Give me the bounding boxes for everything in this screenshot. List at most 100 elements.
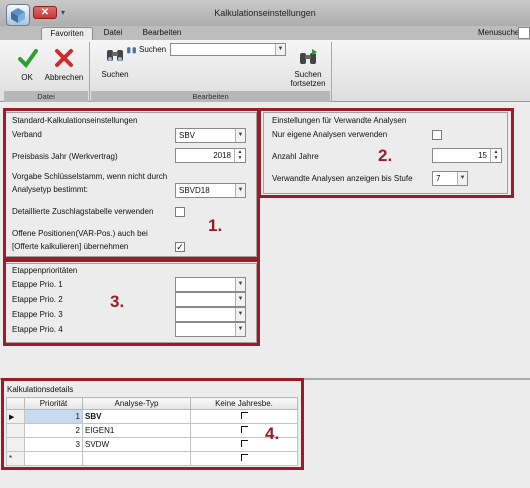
row-indicator: * xyxy=(6,451,25,466)
binoculars-icon xyxy=(107,50,123,61)
prio-cell[interactable]: 2 xyxy=(24,423,83,438)
vorgabe-label-line1: Vorgabe Schlüsselstamm, wenn nicht durch xyxy=(12,172,168,181)
schluesselstamm-select[interactable]: SBVD18 ▼ xyxy=(175,183,246,198)
keine-jahresbe-checkbox[interactable] xyxy=(240,426,248,433)
vorgabe-label-line2: Analysetyp bestimmt: xyxy=(12,185,89,194)
checkmark-icon xyxy=(18,49,38,68)
keine-jahresbe-cell[interactable] xyxy=(190,423,298,438)
group-datei-label: Datei xyxy=(4,91,88,102)
keine-jahresbe-checkbox[interactable] xyxy=(240,440,248,447)
chevron-down-icon[interactable]: ▼ xyxy=(235,293,245,306)
offene-pos-label-line2: [Offerte kalkulieren] übernehmen xyxy=(12,242,129,251)
search-input[interactable]: ▼ xyxy=(170,43,286,56)
detail-zuschlag-label: Detaillierte Zuschlagstabelle verwenden xyxy=(12,207,154,216)
etappe-prio-3-label: Etappe Prio. 3 xyxy=(12,310,63,319)
own-analyses-checkbox[interactable] xyxy=(432,130,442,140)
ribbon-separator xyxy=(331,42,332,102)
own-analyses-label: Nur eigene Analysen verwenden xyxy=(272,130,388,139)
search-small-button[interactable]: Suchen xyxy=(126,44,166,56)
keine-jahresbe-cell[interactable] xyxy=(190,451,298,466)
chevron-down-icon[interactable]: ▼ xyxy=(235,323,245,336)
annotation-marker-4: 4. xyxy=(265,424,280,443)
chevron-down-icon[interactable]: ▼ xyxy=(235,129,245,142)
analyse-typ-cell[interactable] xyxy=(82,451,191,466)
column-header-analyse-typ[interactable]: Analyse-Typ xyxy=(82,397,191,410)
table-row[interactable]: 3 SVDW xyxy=(6,437,298,452)
details-title: Kalkulationsdetails xyxy=(7,385,74,394)
details-grid: Priorität Analyse-Typ Keine Jahresbe. ▶ … xyxy=(6,397,298,466)
stufe-label: Verwandte Analysen anzeigen bis Stufe xyxy=(272,174,413,183)
row-indicator: ▶ xyxy=(6,409,25,424)
menusuche-input[interactable] xyxy=(518,27,530,39)
chevron-down-icon[interactable]: ▼ xyxy=(235,184,245,197)
analyse-typ-cell[interactable]: SBV xyxy=(82,409,191,424)
cross-icon xyxy=(55,49,73,67)
tab-datei[interactable]: Datei xyxy=(97,27,129,40)
window-title: Kalkulationseinstellungen xyxy=(214,8,316,18)
preisbasis-label: Preisbasis Jahr (Werkvertrag) xyxy=(12,152,118,161)
cancel-label: Abbrechen xyxy=(44,73,84,82)
etappen-title: Etappenprioritäten xyxy=(12,266,78,275)
etappe-prio-1-select[interactable]: ▼ xyxy=(175,277,246,292)
stufe-select[interactable]: 7 ▼ xyxy=(432,171,468,186)
annotation-marker-1: 1. xyxy=(208,216,223,235)
etappe-prio-4-select[interactable]: ▼ xyxy=(175,322,246,337)
search-label: Suchen xyxy=(101,70,129,79)
etappe-prio-4-label: Etappe Prio. 4 xyxy=(12,325,63,334)
anzahl-jahre-stepper[interactable]: 15 ▲ ▼ xyxy=(432,148,502,163)
etappe-prio-3-select[interactable]: ▼ xyxy=(175,307,246,322)
offene-pos-checkbox[interactable]: ✓ xyxy=(175,242,185,252)
prio-cell[interactable] xyxy=(24,451,83,466)
preisbasis-value: 2018 xyxy=(213,151,231,160)
annotation-marker-3: 3. xyxy=(110,292,125,311)
offene-pos-label-line1: Offene Positionen(VAR-Pos.) auch bei xyxy=(12,229,148,238)
tab-bearbeiten[interactable]: Bearbeiten xyxy=(137,27,187,40)
cancel-button[interactable]: Abbrechen xyxy=(42,44,86,88)
row-indicator xyxy=(6,423,25,438)
etappe-prio-2-select[interactable]: ▼ xyxy=(175,292,246,307)
preisbasis-stepper[interactable]: 2018 ▲ ▼ xyxy=(175,148,246,163)
ok-button[interactable]: OK xyxy=(12,44,42,88)
etappe-prio-1-label: Etappe Prio. 1 xyxy=(12,280,63,289)
anzahl-jahre-value: 15 xyxy=(478,151,487,160)
verband-value: SBV xyxy=(179,131,196,140)
column-header-prioritaet[interactable]: Priorität xyxy=(24,397,83,410)
chevron-down-icon: ▼ xyxy=(275,44,285,55)
verband-label: Verband xyxy=(12,130,42,139)
spin-arrows-icon[interactable]: ▲ ▼ xyxy=(234,149,245,162)
tab-favoriten[interactable]: Favoriten xyxy=(41,27,93,40)
ok-label: OK xyxy=(21,73,33,82)
search-continue-button[interactable]: Suchen fortsetzen xyxy=(286,42,330,90)
keine-jahresbe-checkbox[interactable] xyxy=(240,412,248,419)
keine-jahresbe-cell[interactable] xyxy=(190,409,298,424)
column-header-keine-jahresbe[interactable]: Keine Jahresbe. xyxy=(190,397,298,410)
table-row-new[interactable]: * xyxy=(6,451,298,466)
etappe-prio-2-label: Etappe Prio. 2 xyxy=(12,295,63,304)
menusuche-label: Menusuche xyxy=(478,28,520,37)
verband-select[interactable]: SBV ▼ xyxy=(175,128,246,143)
table-row[interactable]: ▶ 1 SBV xyxy=(6,409,298,424)
prio-cell[interactable]: 3 xyxy=(24,437,83,452)
chevron-down-icon[interactable]: ▼ xyxy=(457,172,467,185)
table-row[interactable]: 2 EIGEN1 xyxy=(6,423,298,438)
analyse-typ-cell[interactable]: EIGEN1 xyxy=(82,423,191,438)
analyse-typ-cell[interactable]: SVDW xyxy=(82,437,191,452)
detail-zuschlag-checkbox[interactable] xyxy=(175,207,185,217)
binoculars-search-icon xyxy=(127,47,136,54)
prio-cell[interactable]: 1 xyxy=(24,409,83,424)
search-continue-label: Suchen fortsetzen xyxy=(290,70,326,88)
keine-jahresbe-cell[interactable] xyxy=(190,437,298,452)
standard-settings-title: Standard-Kalkulationseinstellungen xyxy=(12,116,138,125)
ribbon-separator xyxy=(89,42,90,102)
group-bearbeiten-label: Bearbeiten xyxy=(91,91,330,102)
chevron-down-icon[interactable]: ▼ xyxy=(235,278,245,291)
row-header-column xyxy=(6,397,25,410)
row-indicator xyxy=(6,437,25,452)
chevron-down-icon[interactable]: ▼ xyxy=(235,308,245,321)
annotation-marker-2: 2. xyxy=(378,146,393,165)
binoculars-continue-icon xyxy=(300,49,317,64)
keine-jahresbe-checkbox[interactable] xyxy=(240,454,248,461)
related-analyses-title: Einstellungen für Verwandte Analysen xyxy=(272,116,407,125)
anzahl-jahre-label: Anzahl Jahre xyxy=(272,152,319,161)
spin-arrows-icon[interactable]: ▲ ▼ xyxy=(490,149,501,162)
